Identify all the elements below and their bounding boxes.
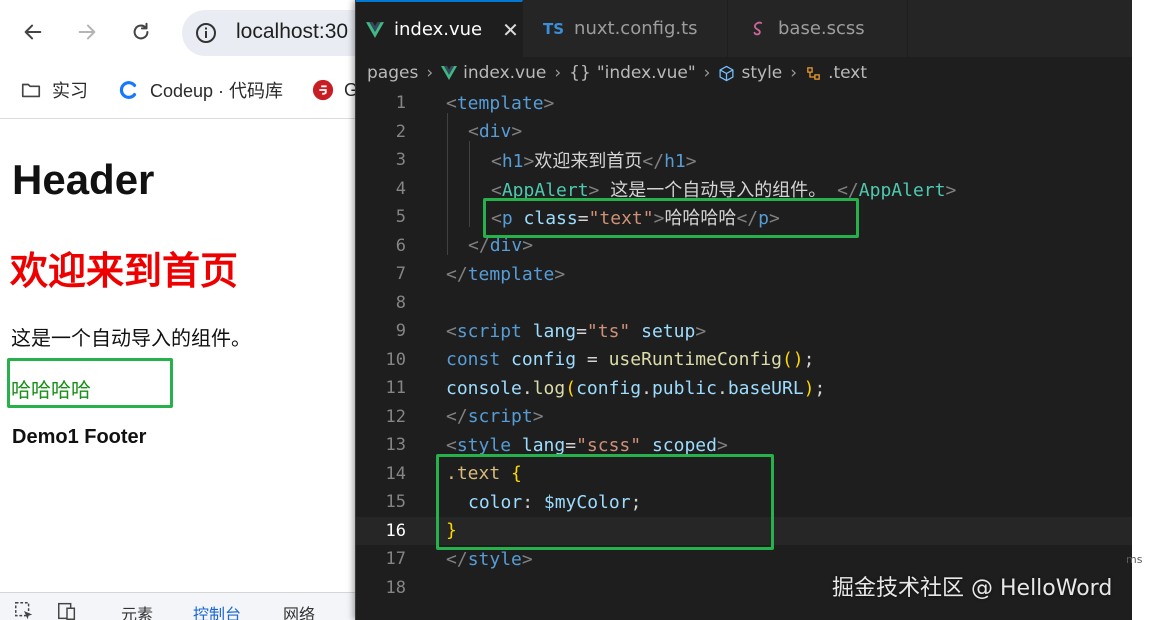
- line-number: 10: [385, 349, 406, 370]
- line-number: 18: [385, 577, 406, 598]
- breadcrumb-module[interactable]: {} "index.vue": [569, 63, 696, 83]
- devtools-tab-console[interactable]: 控制台: [193, 601, 241, 620]
- bookmark-codeup[interactable]: Codeup · 代码库: [118, 76, 283, 104]
- code-line: 3 <h1>欢迎来到首页</h1>: [356, 146, 1133, 175]
- line-number: 8: [395, 292, 406, 313]
- code-text: </template>: [446, 263, 566, 285]
- code-text: <div>: [468, 121, 523, 143]
- folder-icon: [21, 83, 41, 98]
- line-number: 13: [385, 435, 406, 456]
- rendered-page: Header 欢迎来到首页 这是一个自动导入的组件。 哈哈哈哈 Demo1 Fo…: [0, 120, 360, 590]
- line-number: 1: [395, 93, 406, 114]
- code-text: const config = useRuntimeConfig();: [446, 349, 815, 371]
- tab-label: base.scss: [778, 18, 865, 39]
- site-info-icon[interactable]: [194, 21, 218, 45]
- chevron-right-icon: ›: [554, 63, 562, 83]
- code-text: </style>: [446, 548, 533, 570]
- editor-tab-bar: index.vue ✕ TS nuxt.config.ts base.scss: [356, 0, 1133, 57]
- devtools-bar: 元素 控制台 网络: [0, 592, 360, 620]
- code-area[interactable]: 1 <template> 2 <div> 3 <h1>欢迎来到首页</h1> 4…: [356, 89, 1133, 620]
- devtools-tab-elements[interactable]: 元素: [121, 601, 153, 620]
- highlight-box-text-style: [436, 454, 774, 550]
- code-text: <script lang="ts" setup>: [446, 320, 707, 342]
- breadcrumb: pages › index.vue › {} "index.vue" › sty…: [356, 57, 1133, 89]
- bookmark-shixi[interactable]: 实习: [20, 76, 88, 104]
- line-number: 9: [395, 321, 406, 342]
- bookmark-label: Codeup · 代码库: [150, 81, 284, 101]
- line-number: 5: [395, 207, 406, 228]
- page-header: Header: [12, 156, 155, 203]
- line-number: 17: [385, 549, 406, 570]
- line-number: 3: [395, 150, 406, 171]
- code-line: 7 </template>: [356, 260, 1133, 289]
- highlight-box-p-tag: [483, 198, 859, 238]
- devtools-tab-network[interactable]: 网络: [283, 601, 315, 620]
- codeup-icon: [119, 81, 137, 99]
- reload-icon: [133, 22, 149, 40]
- code-editor: index.vue ✕ TS nuxt.config.ts base.scss …: [355, 0, 1133, 620]
- code-line: 9 <script lang="ts" setup>: [356, 317, 1133, 346]
- tab-base-scss[interactable]: base.scss: [728, 0, 908, 57]
- gitee-icon: [312, 79, 334, 101]
- breadcrumb-pages[interactable]: pages: [367, 63, 418, 83]
- arrow-left-icon: [24, 24, 42, 40]
- vue-icon: [441, 66, 458, 80]
- back-button[interactable]: [17, 16, 49, 48]
- code-text: </script>: [446, 406, 544, 428]
- breadcrumb-style[interactable]: style: [718, 63, 782, 83]
- cube-icon: [718, 65, 735, 82]
- close-icon[interactable]: ✕: [502, 18, 519, 42]
- vue-icon: [366, 21, 384, 38]
- code-text: <style lang="scss" scoped>: [446, 434, 728, 456]
- selector-icon: [805, 65, 822, 82]
- line-number: 15: [385, 492, 406, 513]
- page-footer: Demo1 Footer: [12, 426, 147, 448]
- code-line: 11 console.log(config.public.baseURL);: [356, 374, 1133, 403]
- tab-label: index.vue: [394, 19, 483, 40]
- code-line: 8: [356, 289, 1133, 318]
- tab-label: nuxt.config.ts: [574, 18, 698, 39]
- breadcrumb-selector[interactable]: .text: [805, 63, 867, 83]
- code-text: console.log(config.public.baseURL);: [446, 377, 826, 399]
- ts-icon: TS: [543, 19, 565, 38]
- code-text: <h1>欢迎来到首页</h1>: [491, 151, 697, 173]
- faint-overlay-text: ms: [1126, 553, 1143, 566]
- bookmark-label: 实习: [52, 81, 88, 101]
- code-text: <template>: [446, 92, 555, 114]
- line-number: 16: [385, 520, 406, 541]
- arrow-right-icon: [78, 24, 96, 40]
- watermark: 掘金技术社区 @ HelloWord: [832, 576, 1113, 601]
- inspect-element-icon[interactable]: [13, 600, 35, 620]
- line-number: 7: [395, 264, 406, 285]
- forward-button[interactable]: [71, 16, 103, 48]
- line-number: 4: [395, 178, 406, 199]
- device-toolbar-icon[interactable]: [56, 600, 78, 620]
- line-number: 14: [385, 463, 406, 484]
- braces-icon: {}: [569, 63, 591, 83]
- breadcrumb-file[interactable]: index.vue: [441, 63, 546, 83]
- code-line: 10 const config = useRuntimeConfig();: [356, 346, 1133, 375]
- line-number: 2: [395, 121, 406, 142]
- code-line: 12 </script>: [356, 403, 1133, 432]
- page-h1: 欢迎来到首页: [10, 249, 239, 293]
- reload-button[interactable]: [125, 16, 157, 48]
- line-number: 11: [385, 378, 406, 399]
- chevron-right-icon: ›: [426, 63, 434, 83]
- sass-icon: [750, 20, 768, 38]
- chevron-right-icon: ›: [790, 63, 798, 83]
- highlight-box-rendered-text: [7, 358, 173, 408]
- code-text: </div>: [468, 235, 534, 257]
- bookmark-gitee[interactable]: G: [312, 76, 358, 104]
- app-alert: 这是一个自动导入的组件。: [11, 326, 251, 350]
- tab-nuxt-config[interactable]: TS nuxt.config.ts: [523, 0, 728, 57]
- right-strip: [1132, 0, 1161, 620]
- line-number: 6: [395, 235, 406, 256]
- address-url[interactable]: localhost:30: [236, 20, 348, 44]
- code-line: 1 <template>: [356, 89, 1133, 118]
- tab-index-vue[interactable]: index.vue ✕: [356, 0, 523, 57]
- code-line: 2 <div>: [356, 118, 1133, 147]
- chevron-right-icon: ›: [703, 63, 711, 83]
- line-number: 12: [385, 406, 406, 427]
